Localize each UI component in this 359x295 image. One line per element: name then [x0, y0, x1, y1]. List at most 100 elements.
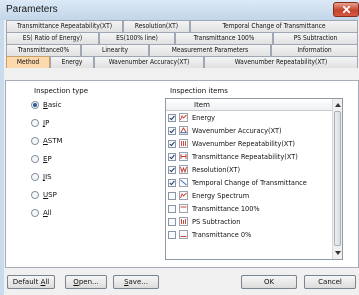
- list-item[interactable]: Transmittance 100%: [166, 203, 332, 215]
- tab-es-100-line[interactable]: ES(100% line): [99, 32, 175, 44]
- open-button[interactable]: Open...: [65, 275, 107, 289]
- scroll-thumb[interactable]: [334, 111, 341, 246]
- list-item[interactable]: Resolution(XT): [166, 164, 332, 176]
- list-item[interactable]: PS Subtraction: [166, 216, 332, 228]
- inspection-items-label: Inspection items: [170, 87, 228, 95]
- save-button[interactable]: Save...: [113, 275, 159, 289]
- checkbox[interactable]: [168, 179, 176, 187]
- list-item[interactable]: Wavenumber Repeatability(XT): [166, 138, 332, 150]
- parameters-dialog: Parameters Transmittance Repeatability(X…: [0, 0, 359, 295]
- close-button[interactable]: [333, 2, 359, 17]
- radio-astm[interactable]: ASTM: [31, 135, 63, 147]
- column-header-item: Item: [194, 101, 210, 109]
- checkbox[interactable]: [168, 127, 176, 135]
- radio-button[interactable]: [31, 191, 39, 199]
- radio-button[interactable]: [31, 155, 39, 163]
- list-item[interactable]: Energy: [166, 112, 332, 124]
- tab-transmittance-repeatability[interactable]: Transmittance Repeatability(XT): [6, 20, 123, 32]
- item-label: Energy: [192, 114, 216, 122]
- checkmark-icon: [169, 180, 175, 186]
- list-item[interactable]: Temporal Change of Transmittance: [166, 177, 332, 189]
- tab-method[interactable]: Method: [6, 56, 50, 68]
- scroll-up-arrow-icon[interactable]: [334, 101, 342, 109]
- item-label: Wavenumber Repeatability(XT): [192, 140, 295, 148]
- wavenumber-accuracy-icon: [179, 126, 188, 135]
- radio-selected-dot: [33, 103, 37, 107]
- radio-label-all: All: [43, 209, 52, 217]
- tab-wavenumber-accuracy[interactable]: Wavenumber Accuracy(XT): [94, 56, 204, 68]
- list-item[interactable]: Energy Spectrum: [166, 190, 332, 202]
- radio-button[interactable]: [31, 101, 39, 109]
- wavenumber-repeatability-icon: [179, 139, 188, 148]
- radio-label-jis: JIS: [43, 173, 52, 181]
- checkmark-icon: [169, 141, 175, 147]
- dialog-client: Transmittance Repeatability(XT) Resoluti…: [4, 20, 359, 295]
- tab-ps-subtraction[interactable]: PS Subtraction: [273, 32, 358, 44]
- checkbox[interactable]: [168, 205, 176, 213]
- list-item[interactable]: Transmittance Repeatability(XT): [166, 151, 332, 163]
- tab-wavenumber-repeatability[interactable]: Wavenumber Repeatability(XT): [204, 56, 358, 68]
- radio-usp[interactable]: USP: [31, 189, 57, 201]
- radio-button[interactable]: [31, 119, 39, 127]
- inspection-type-label: Inspection type: [34, 87, 89, 95]
- checkbox[interactable]: [168, 192, 176, 200]
- checkmark-icon: [169, 154, 175, 160]
- item-label: PS Subtraction: [192, 218, 241, 226]
- checkmark-icon: [169, 115, 175, 121]
- energy-spectrum-icon: [179, 191, 188, 200]
- default-all-button[interactable]: Default All: [7, 275, 55, 289]
- radio-label-jp: JP: [43, 119, 50, 127]
- checkmark-icon: [169, 128, 175, 134]
- tab-energy[interactable]: Energy: [50, 56, 94, 68]
- tab-es-ratio[interactable]: ES( Ratio of Energy): [6, 32, 99, 44]
- ok-button[interactable]: OK: [241, 275, 297, 289]
- ps-subtraction-icon: [179, 217, 188, 226]
- cancel-button[interactable]: Cancel: [304, 275, 356, 289]
- scroll-down-arrow-icon[interactable]: [334, 249, 342, 257]
- checkbox[interactable]: [168, 166, 176, 174]
- radio-jp[interactable]: JP: [31, 117, 49, 129]
- energy-chart-icon: [179, 113, 188, 122]
- radio-all[interactable]: All: [31, 207, 52, 219]
- radio-button[interactable]: [31, 173, 39, 181]
- item-label: Wavenumber Accuracy(XT): [192, 127, 282, 135]
- checkbox[interactable]: [168, 231, 176, 239]
- tab-linearity[interactable]: Linearity: [81, 44, 149, 56]
- tab-transmittance-100[interactable]: Transmittance 100%: [175, 32, 273, 44]
- checkbox[interactable]: [168, 153, 176, 161]
- radio-label-usp: USP: [43, 191, 57, 199]
- resolution-icon: [179, 165, 188, 174]
- item-label: Temporal Change of Transmittance: [192, 179, 307, 187]
- list-item[interactable]: Wavenumber Accuracy(XT): [166, 125, 332, 137]
- checkbox[interactable]: [168, 140, 176, 148]
- item-label: Energy Spectrum: [192, 192, 250, 200]
- radio-ep[interactable]: EP: [31, 153, 52, 165]
- radio-basic[interactable]: Basic: [31, 99, 62, 111]
- tab-measurement-parameters[interactable]: Measurement Parameters: [149, 44, 271, 56]
- tab-transmittance-0[interactable]: Transmittance0%: [6, 44, 81, 56]
- window-title: Parameters: [6, 4, 58, 15]
- checkmark-icon: [169, 167, 175, 173]
- radio-button[interactable]: [31, 137, 39, 145]
- checkbox[interactable]: [168, 218, 176, 226]
- tab-resolution[interactable]: Resolution(XT): [123, 20, 190, 32]
- list-item[interactable]: Transmittance 0%: [166, 229, 332, 241]
- tab-temporal-change[interactable]: Temporal Change of Transmittance: [190, 20, 358, 32]
- transmittance-100-icon: [179, 204, 188, 213]
- close-icon: [342, 5, 350, 14]
- tab-information[interactable]: Information: [271, 44, 358, 56]
- radio-label-ep: EP: [43, 155, 52, 163]
- radio-jis[interactable]: JIS: [31, 171, 52, 183]
- radio-button[interactable]: [31, 209, 39, 217]
- list-scrollbar[interactable]: [332, 99, 342, 259]
- transmittance-0-icon: [179, 230, 188, 239]
- title-bar[interactable]: Parameters: [0, 0, 359, 20]
- radio-label-astm: ASTM: [43, 137, 63, 145]
- item-label: Transmittance 0%: [192, 231, 252, 239]
- checkbox[interactable]: [168, 114, 176, 122]
- item-label: Transmittance Repeatability(XT): [192, 153, 298, 161]
- transmittance-repeatability-icon: [179, 152, 188, 161]
- list-column-header[interactable]: Item: [166, 99, 332, 111]
- inspection-items-list[interactable]: Item Energy Wavenumber Accuracy(XT) Wave…: [165, 98, 343, 260]
- radio-label-basic: Basic: [43, 101, 62, 109]
